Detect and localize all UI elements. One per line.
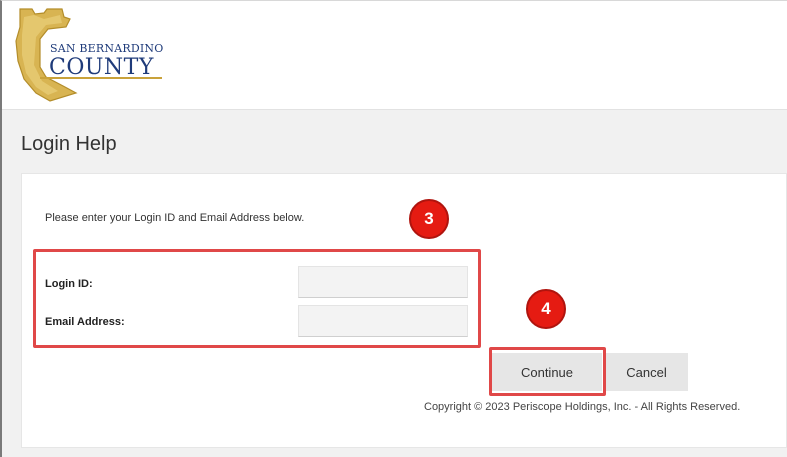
step-4-badge: 4: [526, 289, 566, 329]
instructions-text: Please enter your Login ID and Email Add…: [45, 212, 305, 224]
step-3-badge: 3: [409, 199, 449, 239]
logo-text-bottom: COUNTY: [49, 55, 154, 80]
logo-text-top: SAN BERNARDINO: [50, 42, 164, 55]
cancel-button[interactable]: Cancel: [605, 353, 688, 391]
page-title: Login Help: [21, 133, 117, 155]
continue-highlight-box: [489, 347, 606, 396]
app-window: SAN BERNARDINO COUNTY Login Help Please …: [0, 0, 787, 457]
copyright-text: Copyright © 2023 Periscope Holdings, Inc…: [424, 401, 741, 413]
county-logo[interactable]: SAN BERNARDINO COUNTY: [10, 5, 170, 105]
page-header: SAN BERNARDINO COUNTY: [2, 1, 787, 110]
fields-highlight-box: [33, 249, 481, 348]
